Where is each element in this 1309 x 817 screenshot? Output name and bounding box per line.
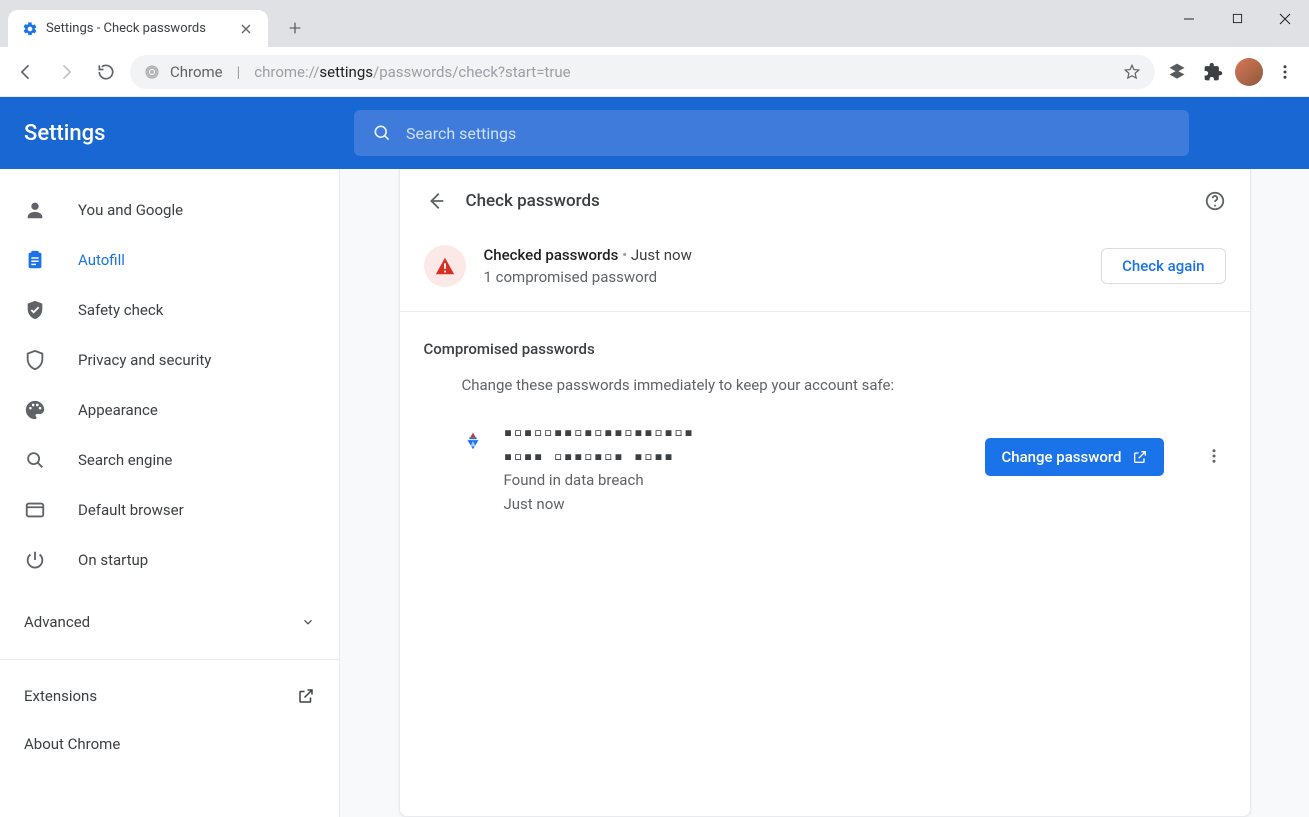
sidebar-item-autofill[interactable]: Autofill	[0, 235, 339, 285]
open-external-icon	[297, 687, 315, 705]
redacted-site: ▪▫▪▫▫▪▪▫▪▫▪▪▫▪▪▫▪▫▪	[504, 420, 966, 444]
divider	[0, 659, 339, 660]
compromised-instruction: Change these passwords immediately to ke…	[400, 362, 1250, 408]
sidebar-item-on-startup[interactable]: On startup	[0, 535, 339, 585]
site-favicon	[462, 430, 484, 452]
maximize-button[interactable]	[1213, 0, 1261, 37]
address-bar[interactable]: Chrome | chrome://settings/passwords/che…	[130, 55, 1155, 89]
sidebar-advanced-toggle[interactable]: Advanced	[0, 597, 339, 647]
sidebar-item-safety-check[interactable]: Safety check	[0, 285, 339, 335]
sidebar-about-link[interactable]: About Chrome	[0, 720, 339, 768]
compromised-entry: ▪▫▪▫▫▪▪▫▪▫▪▪▫▪▪▫▪▫▪ ▪▫▪▪ ▫▪▪▫▪▫▪ ▪▫▪▪ Fo…	[400, 408, 1250, 542]
page-title: Check passwords	[466, 191, 1186, 211]
chrome-icon	[144, 64, 160, 80]
back-button[interactable]	[10, 56, 42, 88]
layers-extension-icon[interactable]	[1163, 58, 1191, 86]
shield-check-icon	[24, 299, 46, 321]
breach-reason: Found in data breach	[504, 468, 966, 492]
settings-header: Settings	[0, 97, 1309, 169]
forward-button[interactable]	[50, 56, 82, 88]
omnibox-url: chrome://settings/passwords/check?start=…	[254, 63, 570, 81]
extensions-puzzle-icon[interactable]	[1199, 58, 1227, 86]
close-icon[interactable]	[238, 21, 254, 37]
warning-icon	[424, 245, 466, 287]
change-password-button[interactable]: Change password	[985, 438, 1163, 476]
clipboard-icon	[24, 249, 46, 271]
check-status-row: Checked passwords • Just now 1 compromis…	[400, 233, 1250, 312]
breach-when: Just now	[504, 492, 966, 516]
bookmark-star-icon[interactable]	[1123, 63, 1141, 81]
entry-more-button[interactable]	[1202, 444, 1226, 468]
settings-search[interactable]	[354, 110, 1189, 156]
sidebar-label: Appearance	[78, 401, 158, 419]
sidebar-label: Search engine	[78, 451, 172, 469]
sidebar-label: Default browser	[78, 501, 184, 519]
plus-icon	[287, 20, 303, 36]
sidebar-extensions-link[interactable]: Extensions	[0, 672, 339, 720]
check-again-button[interactable]: Check again	[1101, 248, 1225, 284]
settings-brand: Settings	[24, 121, 334, 146]
redacted-user: ▪▫▪▪ ▫▪▪▫▪▫▪ ▪▫▪▪	[504, 444, 966, 468]
power-icon	[24, 549, 46, 571]
shield-lock-icon	[24, 349, 46, 371]
reload-button[interactable]	[90, 56, 122, 88]
compromised-heading: Compromised passwords	[400, 312, 1250, 362]
chrome-menu-button[interactable]	[1271, 58, 1299, 86]
sidebar-item-search-engine[interactable]: Search engine	[0, 435, 339, 485]
browser-tab[interactable]: Settings - Check passwords	[8, 10, 268, 47]
settings-card: Check passwords Checked passwords • Just…	[399, 169, 1251, 817]
page-back-button[interactable]	[424, 189, 448, 213]
status-summary: 1 compromised password	[484, 268, 1084, 286]
new-tab-button[interactable]	[280, 13, 310, 43]
sidebar-label: Privacy and security	[78, 351, 211, 369]
open-external-icon	[1132, 449, 1148, 465]
person-icon	[24, 199, 46, 221]
sidebar-label: You and Google	[78, 201, 183, 219]
window-controls	[1165, 0, 1309, 37]
omnibox-scheme: Chrome	[170, 63, 223, 81]
browser-icon	[24, 499, 46, 521]
profile-avatar[interactable]	[1235, 58, 1263, 86]
settings-search-input[interactable]	[406, 124, 1171, 143]
sidebar-label: On startup	[78, 551, 148, 569]
browser-toolbar: Chrome | chrome://settings/passwords/che…	[0, 47, 1309, 97]
help-button[interactable]	[1204, 190, 1226, 212]
sidebar-label: Autofill	[78, 251, 125, 269]
sidebar-item-privacy[interactable]: Privacy and security	[0, 335, 339, 385]
sidebar-item-appearance[interactable]: Appearance	[0, 385, 339, 435]
window-titlebar: Settings - Check passwords	[0, 0, 1309, 47]
search-icon	[372, 123, 392, 143]
gear-icon	[22, 21, 38, 37]
minimize-button[interactable]	[1165, 0, 1213, 37]
chevron-down-icon	[301, 615, 315, 629]
status-heading: Checked passwords • Just now	[484, 246, 1084, 264]
tab-title: Settings - Check passwords	[46, 21, 230, 36]
settings-sidebar: You and Google Autofill Safety check Pri…	[0, 169, 340, 817]
sidebar-item-default-browser[interactable]: Default browser	[0, 485, 339, 535]
palette-icon	[24, 399, 46, 421]
search-icon	[24, 449, 46, 471]
sidebar-label: Safety check	[78, 301, 163, 319]
sidebar-item-you-and-google[interactable]: You and Google	[0, 185, 339, 235]
close-window-button[interactable]	[1261, 0, 1309, 37]
